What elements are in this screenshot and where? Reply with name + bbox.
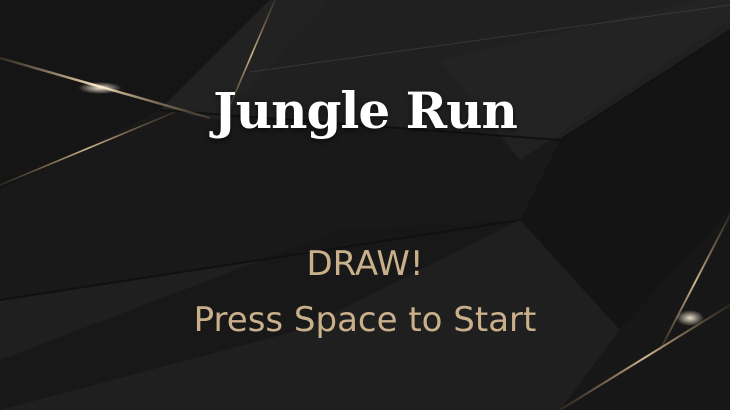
start-prompt: Press Space to Start bbox=[193, 300, 537, 340]
game-screen[interactable]: Jungle Run DRAW! Press Space to Start bbox=[0, 0, 730, 410]
background-decoration bbox=[0, 0, 730, 410]
game-result-text: DRAW! bbox=[306, 244, 424, 284]
game-title: Jungle Run bbox=[213, 81, 518, 140]
